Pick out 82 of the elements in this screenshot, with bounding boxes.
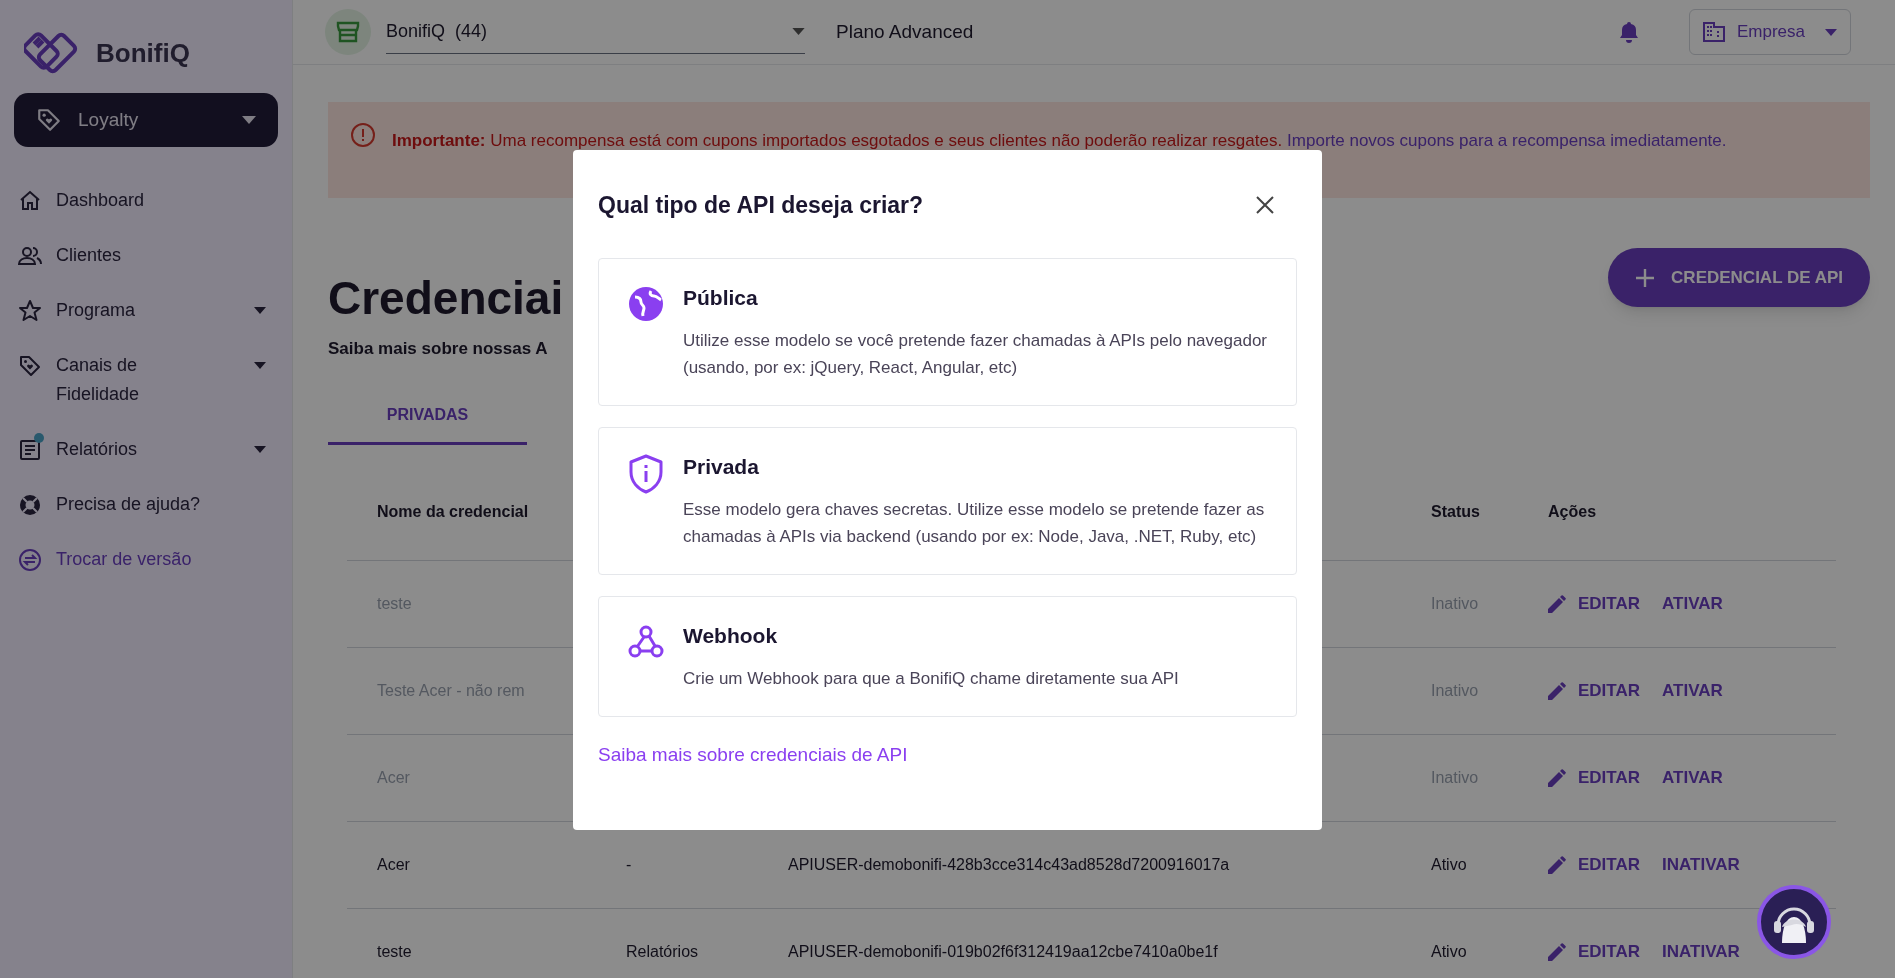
nav-item[interactable]: Canais de Fidelidade	[0, 338, 292, 422]
pencil-icon	[1548, 855, 1566, 874]
edit-button[interactable]: EDITAR	[1548, 590, 1640, 617]
column-header: Ações	[1548, 502, 1598, 522]
api-type-option[interactable]: Webhook Crie um Webhook para que a BonifiQ chame diretamente sua API	[598, 595, 1297, 717]
store-dropdown[interactable]: BonifiQ (44)	[386, 10, 805, 54]
tag-icon	[36, 107, 62, 133]
toggle-status-button[interactable]: ATIVAR	[1662, 764, 1723, 791]
pencil-icon	[1548, 768, 1566, 787]
lifebuoy-icon	[18, 492, 42, 517]
table-cell-text: teste	[377, 941, 413, 962]
table-cell-text: Acer	[377, 767, 411, 788]
caret-icon	[254, 446, 266, 453]
table-cell-text: teste	[377, 593, 413, 614]
shield-icon	[627, 453, 665, 494]
swap-icon	[18, 547, 42, 572]
learn-more-link[interactable]: Saiba mais sobre credenciais de API	[598, 740, 1297, 769]
toggle-status-button[interactable]: ATIVAR	[1662, 677, 1723, 704]
toggle-status-button[interactable]: INATIVAR	[1662, 851, 1740, 878]
table-cell-text: Acer	[377, 854, 411, 875]
api-type-option[interactable]: Pública Utilize esse modelo se você pretende fazer chamadas à APIs pelo navegador (usando, por ex: jQuery, React, Angular, etc)	[598, 257, 1297, 406]
tab[interactable]: PRIVADAS	[328, 387, 527, 445]
column-header: Nome da credencial	[377, 502, 530, 522]
api-type-option[interactable]: Privada Esse modelo gera chaves secretas. Utilize esse modelo se pretende fazer as chamadas à APIs via backend (usando por ex: Node, Java, .NET, Ruby, etc)	[598, 426, 1297, 575]
plus-icon	[1635, 267, 1656, 288]
logo-text: BonifiQ	[96, 36, 190, 70]
add-credential-button[interactable]: CREDENCIAL DE API	[1608, 248, 1870, 307]
option-description: Esse modelo gera chaves secretas. Utilize esse modelo se pretende fazer as chamadas à APIs via backend (usando por ex: Node, Java, .NET, Ruby, etc)	[683, 498, 1266, 548]
status-text: Ativo	[1431, 854, 1468, 875]
caret-icon	[1825, 28, 1837, 36]
building-icon	[1703, 22, 1725, 42]
edit-button[interactable]: EDITAR	[1548, 677, 1640, 704]
page-subtitle: Saiba mais sobre nossas A	[328, 338, 548, 360]
product-dropdown[interactable]: Loyalty	[14, 93, 278, 147]
toggle-status-button[interactable]: INATIVAR	[1662, 938, 1740, 965]
plan-label: Plano Advanced	[836, 19, 974, 44]
option-description: Utilize esse modelo se você pretende fazer chamadas à APIs pelo navegador (usando, por ex: jQuery, React, Angular, etc)	[683, 329, 1268, 379]
edit-button[interactable]: EDITAR	[1548, 764, 1640, 791]
pencil-icon	[1548, 942, 1566, 961]
nav-item[interactable]: Relatórios	[0, 422, 292, 477]
table-cell-text: -	[626, 854, 633, 875]
warning-message: Importante: Uma recompensa está com cupons importados esgotados e seus clientes não poderão realizar resgates.	[392, 130, 1283, 152]
column-header: Status	[1431, 502, 1481, 522]
caret-icon	[254, 307, 266, 314]
document-icon	[18, 437, 42, 462]
pencil-icon	[1548, 681, 1566, 700]
import-coupons-link[interactable]: Importe novos cupons para a recompensa imediatamente.	[1287, 124, 1727, 157]
nav-item[interactable]: Clientes	[0, 228, 292, 283]
status-text: Inativo	[1431, 593, 1480, 614]
status-text: Inativo	[1431, 767, 1480, 788]
table-cell-text: Relatórios	[626, 941, 700, 962]
table-cell-text: Teste Acer - não rem	[377, 680, 526, 701]
nav-item[interactable]: Trocar de versão	[0, 532, 292, 587]
close-icon[interactable]	[1255, 195, 1275, 216]
star-icon	[18, 298, 42, 323]
option-title: Privada	[683, 453, 760, 480]
nav-item[interactable]: Programa	[0, 283, 292, 338]
option-description: Crie um Webhook para que a BonifiQ chame diretamente sua API	[683, 667, 1179, 690]
page-title: Credenciai	[328, 271, 564, 326]
caret-icon	[242, 116, 256, 124]
caret-icon	[792, 28, 805, 35]
edit-button[interactable]: EDITAR	[1548, 938, 1640, 965]
tag-icon	[18, 353, 42, 378]
globe-icon	[627, 284, 665, 323]
bell-icon[interactable]	[1619, 21, 1639, 43]
nav-item[interactable]: Precisa de ajuda?	[0, 477, 292, 532]
error-icon	[350, 122, 376, 148]
table-cell-text: APIUSER-demobonifi-428b3cce314c43ad8528d7200916017a	[788, 854, 1231, 875]
toggle-status-button[interactable]: ATIVAR	[1662, 590, 1723, 617]
modal-title: Qual tipo de API deseja criar?	[598, 191, 924, 220]
pencil-icon	[1548, 594, 1566, 613]
edit-button[interactable]: EDITAR	[1548, 851, 1640, 878]
option-title: Pública	[683, 284, 759, 311]
home-icon	[18, 188, 42, 213]
store-icon	[336, 21, 360, 43]
status-text: Ativo	[1431, 941, 1468, 962]
option-title: Webhook	[683, 622, 779, 649]
caret-icon	[254, 362, 266, 369]
table-cell-text: APIUSER-demobonifi-019b02f6f312419aa12cbe7410a0be1f	[788, 941, 1219, 962]
account-dropdown[interactable]: Empresa	[1689, 9, 1851, 55]
nav-item[interactable]: Dashboard	[0, 173, 292, 228]
status-text: Inativo	[1431, 680, 1480, 701]
